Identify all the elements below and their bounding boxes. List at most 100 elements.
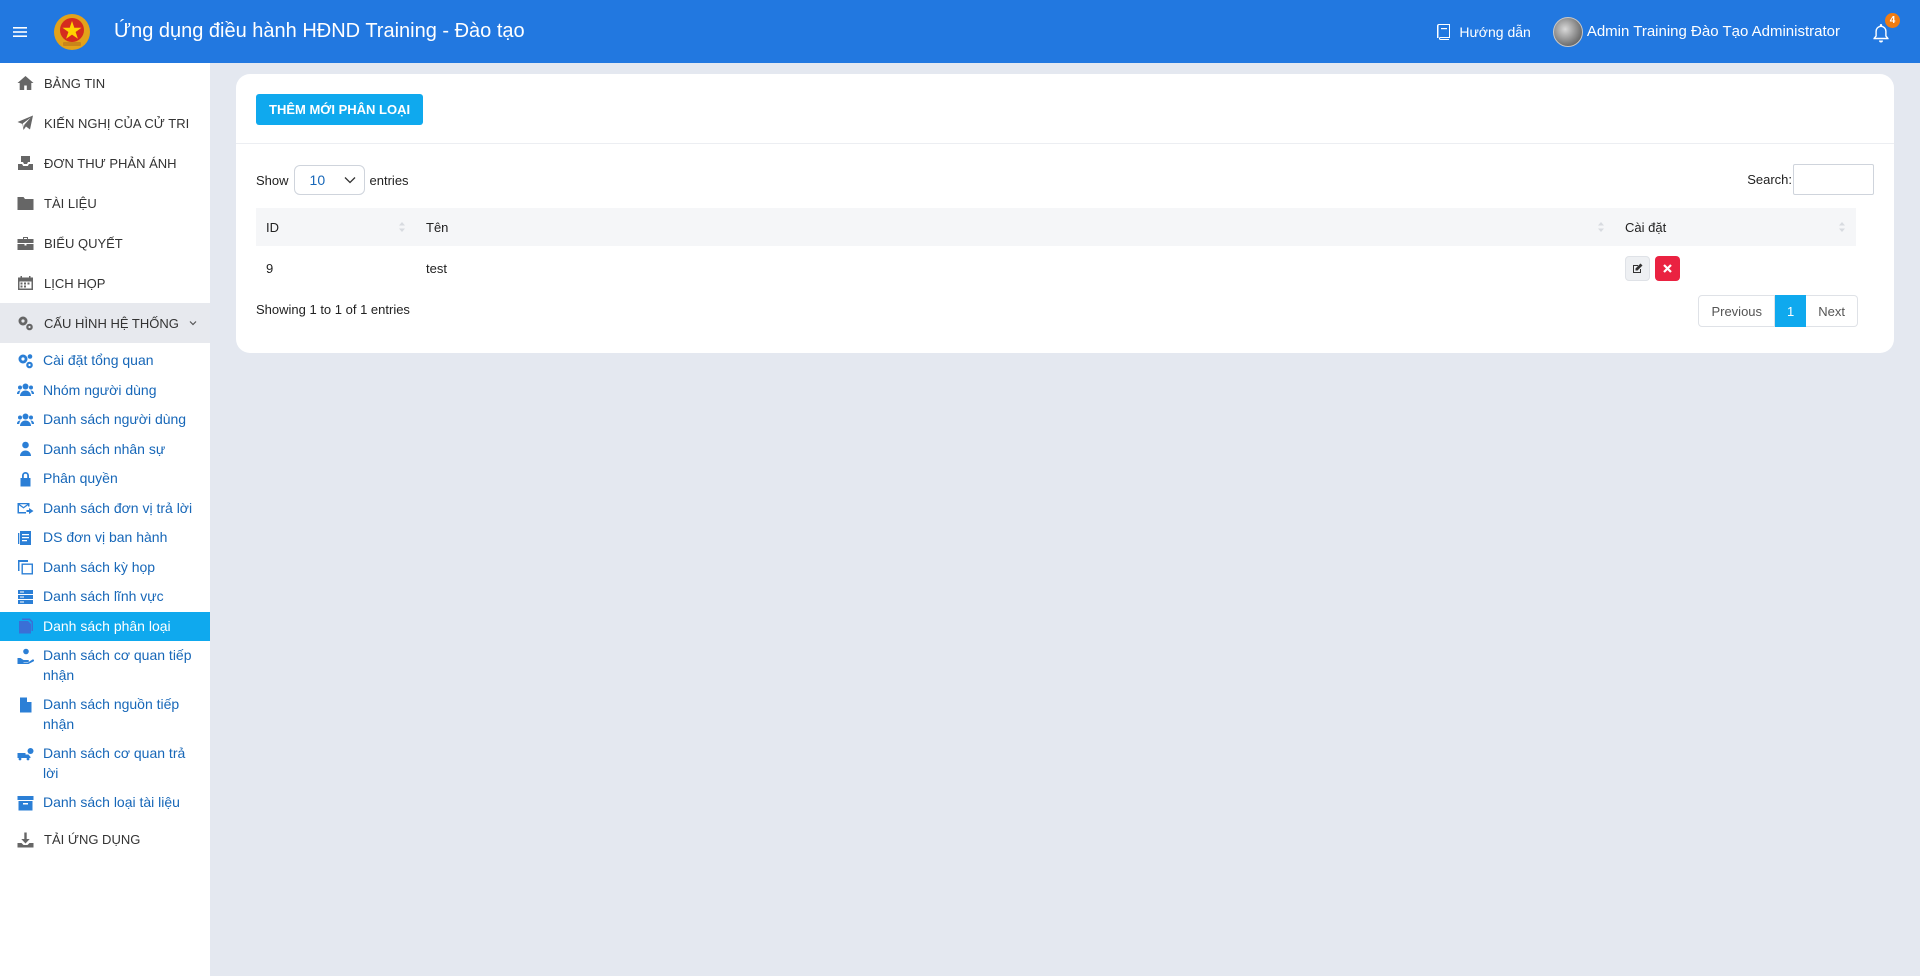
sidebar-item-meeting-schedule[interactable]: LỊCH HỌP <box>0 263 210 303</box>
hand-receive-icon <box>15 646 35 665</box>
sidebar-item-reply-units[interactable]: Danh sách đơn vị trả lời <box>0 494 210 524</box>
search-label: Search: <box>1747 172 1792 187</box>
sidebar-group-system-config[interactable]: CẤU HÌNH HỆ THỐNG <box>0 303 210 343</box>
cogs-icon <box>15 351 35 370</box>
users-icon <box>15 410 35 429</box>
sidebar-item-label: LỊCH HỌP <box>44 275 106 291</box>
sidebar-item-label: Danh sách nguồn tiếp nhận <box>43 696 180 732</box>
sidebar-item-voter-petitions[interactable]: KIẾN NGHỊ CỦA CỬ TRI <box>0 103 210 143</box>
page-length-select[interactable]: 10 <box>293 165 365 195</box>
page-length-control: Show 10 entries <box>256 165 409 195</box>
page-length-value: 10 <box>309 172 326 188</box>
search-input[interactable] <box>1793 164 1874 195</box>
delete-button[interactable] <box>1655 255 1680 281</box>
edit-button[interactable] <box>1625 255 1650 281</box>
pagination: Previous 1 Next <box>1698 295 1858 327</box>
sidebar-item-label: Danh sách nhân sự <box>43 440 166 457</box>
sidebar-item-voting[interactable]: BIỂU QUYẾT <box>0 223 210 263</box>
edit-icon <box>1633 263 1643 273</box>
sidebar-item-label: Danh sách cơ quan tiếp nhận <box>43 647 192 683</box>
copy-icon <box>15 558 35 577</box>
table-row: 9 test <box>256 246 1856 290</box>
sidebar-item-user-groups[interactable]: Nhóm người dùng <box>0 376 210 406</box>
search-control: Search: <box>1747 164 1874 195</box>
cell-id: 9 <box>266 260 274 276</box>
sidebar-item-reply-agencies[interactable]: Danh sách cơ quan trả lời <box>0 739 210 788</box>
pagination-previous-button[interactable]: Previous <box>1698 295 1776 327</box>
sidebar-item-sessions[interactable]: Danh sách kỳ họp <box>0 553 210 583</box>
user-icon <box>15 440 35 459</box>
sidebar-item-user-list[interactable]: Danh sách người dùng <box>0 405 210 435</box>
sidebar-item-label: BIỂU QUYẾT <box>44 235 123 251</box>
sidebar-item-label: Danh sách lĩnh vực <box>43 588 164 604</box>
sidebar-item-document-types[interactable]: Danh sách loại tài liệu <box>0 788 210 818</box>
category-list-card: THÊM MỚI PHÂN LOẠI Show 10 entries Searc… <box>236 74 1894 353</box>
sidebar-item-general-settings[interactable]: Cài đặt tổng quan <box>0 346 210 376</box>
show-label: Show <box>256 172 289 188</box>
sort-icon <box>1598 222 1604 232</box>
sidebar-item-label: Nhóm người dùng <box>43 381 157 398</box>
sidebar-item-categories[interactable]: Danh sách phân loại <box>0 611 210 641</box>
sidebar-item-receiving-agencies[interactable]: Danh sách cơ quan tiếp nhận <box>0 641 210 690</box>
cell-actions <box>1615 246 1856 290</box>
column-header-label: ID <box>266 219 279 235</box>
menu-toggle-button[interactable] <box>0 0 40 63</box>
table-header-row: ID Tên Cài đặt <box>256 208 1856 246</box>
files-icon <box>15 617 35 636</box>
add-category-button[interactable]: THÊM MỚI PHÂN LOẠI <box>256 94 424 125</box>
sidebar-item-permissions[interactable]: Phân quyền <box>0 464 210 494</box>
close-icon <box>1663 263 1672 273</box>
sidebar-item-fields[interactable]: Danh sách lĩnh vực <box>0 582 210 612</box>
chevron-down-icon <box>189 321 197 326</box>
server-icon <box>15 587 35 606</box>
sidebar-item-news[interactable]: BẢNG TIN <box>0 63 210 103</box>
paper-plane-icon <box>15 114 35 132</box>
app-title: Ứng dụng điều hành HĐND Training - Đào t… <box>114 20 525 42</box>
sidebar-item-label: Danh sách loại tài liệu <box>43 794 180 810</box>
book-icon <box>1437 23 1451 40</box>
sidebar-item-staff-list[interactable]: Danh sách nhân sự <box>0 435 210 465</box>
table-info: Showing 1 to 1 of 1 entries <box>256 302 410 317</box>
table-controls: Show 10 entries Search: <box>256 164 1874 196</box>
category-table: ID Tên Cài đặt 9 test <box>256 208 1856 290</box>
sidebar: BẢNG TIN KIẾN NGHỊ CỦA CỬ TRI ĐƠN THƯ PH… <box>0 63 210 976</box>
guide-link[interactable]: Hướng dẫn <box>1437 23 1531 40</box>
column-header-label: Tên <box>426 219 449 235</box>
sidebar-item-documents[interactable]: TÀI LIỆU <box>0 183 210 223</box>
sidebar-item-label: Danh sách kỳ họp <box>43 558 156 575</box>
column-header-id[interactable]: ID <box>256 208 416 246</box>
document-list-icon <box>15 528 35 547</box>
sidebar-item-label: Danh sách cơ quan trả lời <box>43 745 186 781</box>
column-header-label: Cài đặt <box>1625 219 1667 235</box>
sidebar-item-receiving-sources[interactable]: Danh sách nguồn tiếp nhận <box>0 690 210 739</box>
top-bar: Ứng dụng điều hành HĐND Training - Đào t… <box>0 0 1920 63</box>
pagination-page-1[interactable]: 1 <box>1775 295 1807 327</box>
sidebar-item-label: KIẾN NGHỊ CỦA CỬ TRI <box>44 115 190 131</box>
calendar-icon <box>15 274 35 292</box>
sort-icon <box>399 222 405 232</box>
column-header-settings[interactable]: Cài đặt <box>1615 208 1856 246</box>
card-header: THÊM MỚI PHÂN LOẠI <box>236 74 1894 144</box>
folder-icon <box>15 194 35 212</box>
sort-icon <box>1839 222 1845 232</box>
user-name: Admin Training Đào Tạo Administrator <box>1586 23 1840 40</box>
national-emblem-logo[interactable] <box>52 12 92 52</box>
column-header-name[interactable]: Tên <box>416 208 1615 246</box>
sidebar-item-label: TÀI LIỆU <box>44 195 97 211</box>
sidebar-sub-list: Cài đặt tổng quan Nhóm người dùng Danh s… <box>0 343 210 818</box>
sidebar-group-label: CẤU HÌNH HỆ THỐNG <box>44 315 179 331</box>
pagination-next-button[interactable]: Next <box>1806 295 1858 327</box>
sidebar-item-label: Danh sách phân loại <box>43 617 171 634</box>
sidebar-item-feedback-letters[interactable]: ĐƠN THƯ PHẢN ÁNH <box>0 143 210 183</box>
sidebar-item-download-app[interactable]: TẢI ỨNG DỤNG <box>0 820 210 860</box>
sidebar-item-label: Danh sách đơn vị trả lời <box>43 499 193 516</box>
sidebar-item-label: BẢNG TIN <box>44 75 106 91</box>
sidebar-item-label: TẢI ỨNG DỤNG <box>44 832 141 847</box>
notification-badge: 4 <box>1885 12 1900 28</box>
notifications-button[interactable]: 4 <box>1872 12 1900 43</box>
sidebar-item-issuing-units[interactable]: DS đơn vị ban hành <box>0 523 210 553</box>
truck-reply-icon <box>15 744 35 763</box>
cell-name: test <box>426 260 447 276</box>
user-menu[interactable]: Admin Training Đào Tạo Administrator <box>1552 16 1840 47</box>
download-icon <box>15 831 35 849</box>
